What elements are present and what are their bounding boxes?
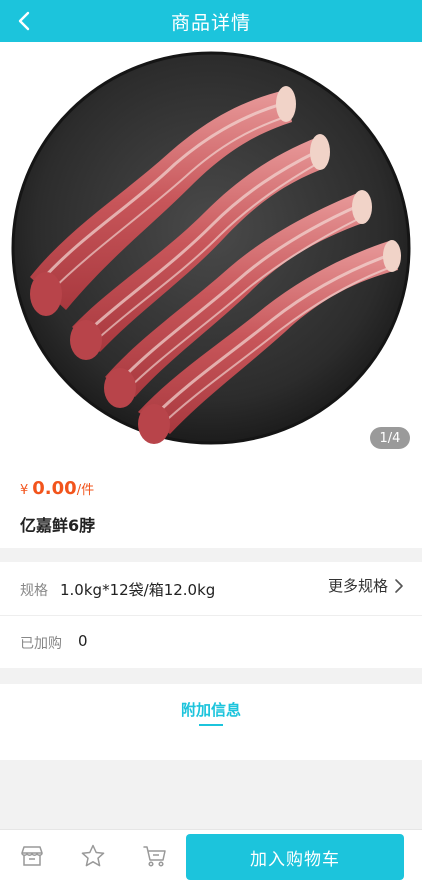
price-value: 0.00 [32, 478, 77, 499]
spec-label: 规格 [20, 583, 48, 599]
added-label: 已加购 [20, 636, 62, 652]
added-row: 已加购 0 [0, 616, 422, 668]
cart-icon[interactable] [142, 843, 168, 869]
app: 商品详情 1/4 ¥ 0.00 /件 亿嘉鲜6脖 规格 1.0kg*12袋/箱1… [0, 0, 422, 881]
image-pager-indicator: 1/4 [370, 427, 410, 449]
page-title: 商品详情 [170, 11, 251, 34]
add-to-cart-button[interactable]: 加入购物车 [186, 834, 404, 880]
spec-row: 规格 1.0kg*12袋/箱12.0kg 更多规格 [0, 562, 422, 616]
tab-extra-info[interactable]: 附加信息 [0, 699, 422, 720]
spec-value: 1.0kg*12袋/箱12.0kg [60, 581, 216, 599]
product-image[interactable]: 1/4 [0, 42, 422, 460]
price-unit: /件 [76, 483, 95, 498]
bottom-bar: 加入购物车 [0, 829, 422, 881]
extra-info-section: 附加信息 [0, 684, 422, 760]
store-icon[interactable] [19, 843, 45, 869]
star-icon[interactable] [80, 843, 106, 869]
chevron-left-icon [18, 11, 30, 31]
product-info: ¥ 0.00 /件 亿嘉鲜6脖 [0, 460, 422, 548]
chevron-right-icon [395, 578, 403, 593]
header-bar: 商品详情 [0, 0, 422, 42]
price: ¥ 0.00 /件 [20, 478, 94, 499]
tab-underline [199, 724, 223, 726]
back-button[interactable] [6, 0, 42, 42]
product-name: 亿嘉鲜6脖 [20, 516, 96, 535]
product-photo [11, 51, 411, 445]
added-count: 0 [78, 632, 88, 650]
price-currency: ¥ [20, 483, 29, 498]
more-specs-button[interactable]: 更多规格 [328, 575, 404, 596]
more-specs-label: 更多规格 [327, 577, 388, 595]
